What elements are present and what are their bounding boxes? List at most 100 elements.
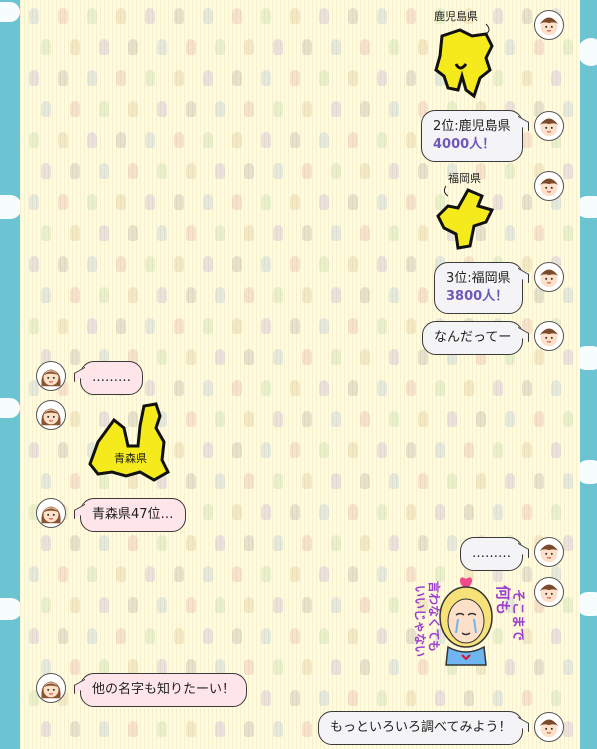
crowd-figure xyxy=(232,70,243,86)
crowd-figure xyxy=(232,442,243,458)
crowd-figure xyxy=(348,690,359,706)
aomori-map-icon xyxy=(88,402,170,482)
crowd-figure xyxy=(389,101,400,117)
crowd-figure xyxy=(215,163,226,179)
crowd-figure xyxy=(377,690,388,706)
crowd-figure xyxy=(203,132,214,148)
crowd-figure xyxy=(261,628,272,644)
girl-avatar-icon[interactable] xyxy=(36,400,66,430)
crowd-figure xyxy=(389,597,400,613)
crowd-figure xyxy=(145,132,156,148)
crowd-figure xyxy=(348,70,359,86)
sticker-text: いいじゃない xyxy=(413,585,427,657)
cloud-decoration xyxy=(0,598,22,620)
crowd-figure xyxy=(232,504,243,520)
boy-avatar-icon[interactable] xyxy=(534,712,564,742)
crowd-figure xyxy=(128,163,139,179)
crowd-figure xyxy=(145,628,156,644)
crowd-figure xyxy=(331,287,342,303)
crowd-figure xyxy=(261,8,272,24)
crowd-figure xyxy=(244,225,255,241)
count-text: 3800人！ xyxy=(446,289,509,304)
crowd-figure xyxy=(348,628,359,644)
crowd-figure xyxy=(145,194,156,210)
crowd-figure xyxy=(186,349,197,365)
crowd-figure xyxy=(186,597,197,613)
crowd-figure xyxy=(493,442,504,458)
boy-avatar-icon[interactable] xyxy=(534,111,564,141)
crowd-figure xyxy=(302,411,313,427)
crowd-figure xyxy=(377,380,388,396)
crowd-figure xyxy=(319,690,330,706)
crowd-figure xyxy=(273,721,284,737)
girl-avatar-icon[interactable] xyxy=(36,673,66,703)
crowd-figure xyxy=(87,194,98,210)
crowd-figure xyxy=(186,39,197,55)
crowd-figure xyxy=(273,597,284,613)
crowd-figure xyxy=(360,101,371,117)
crowd-figure xyxy=(290,318,301,334)
crowd-figure xyxy=(145,380,156,396)
crowd-figure xyxy=(174,132,185,148)
boy-avatar-icon[interactable] xyxy=(534,577,564,607)
crowd-figure xyxy=(302,597,313,613)
message-bubble: 他の名字も知りたーい！ xyxy=(80,673,248,707)
crowd-figure xyxy=(70,535,81,551)
girl-avatar-icon[interactable] xyxy=(36,361,66,391)
crowd-figure xyxy=(563,597,574,613)
crowd-figure xyxy=(534,349,545,365)
crowd-figure xyxy=(348,442,359,458)
crowd-figure xyxy=(534,659,545,675)
crowd-figure xyxy=(522,132,533,148)
crowd-figure xyxy=(273,225,284,241)
crowd-figure xyxy=(116,256,127,272)
boy-avatar-icon[interactable] xyxy=(534,10,564,40)
crowd-figure xyxy=(87,132,98,148)
crowd-figure xyxy=(319,8,330,24)
crowd-figure xyxy=(186,721,197,737)
crowd-figure xyxy=(377,566,388,582)
crowd-figure xyxy=(29,318,40,334)
crowd-figure xyxy=(116,132,127,148)
crowd-figure xyxy=(447,473,458,489)
crowd-figure xyxy=(157,39,168,55)
crowd-figure xyxy=(145,70,156,86)
crowd-figure xyxy=(29,8,40,24)
boy-avatar-icon[interactable] xyxy=(534,537,564,567)
crowd-figure xyxy=(447,411,458,427)
girl-avatar-icon[interactable] xyxy=(36,498,66,528)
crowd-figure xyxy=(261,690,272,706)
crowd-figure xyxy=(302,101,313,117)
crowd-figure xyxy=(99,535,110,551)
crowd-figure xyxy=(70,101,81,117)
crowd-figure xyxy=(360,411,371,427)
boy-avatar-icon[interactable] xyxy=(534,262,564,292)
crowd-figure xyxy=(116,194,127,210)
crowd-figure xyxy=(406,132,417,148)
message-bubble: ……… xyxy=(460,537,523,571)
crowd-figure xyxy=(406,442,417,458)
crowd-figure xyxy=(563,721,574,737)
boy-avatar-icon[interactable] xyxy=(534,171,564,201)
crowd-figure xyxy=(41,39,52,55)
crowd-figure xyxy=(435,690,446,706)
crowd-figure xyxy=(290,70,301,86)
boy-avatar-icon[interactable] xyxy=(534,321,564,351)
crowd-figure xyxy=(331,473,342,489)
sticker-text: 何も xyxy=(494,585,512,615)
crowd-figure xyxy=(244,349,255,365)
crowd-figure xyxy=(290,194,301,210)
chat-area[interactable]: 鹿児島県 2位:鹿児島県 4000人！ 福岡県 3位:福岡県 3800人！ なん… xyxy=(20,0,580,749)
crowd-figure xyxy=(435,380,446,396)
message-bubble-rank-3: 3位:福岡県 3800人！ xyxy=(434,262,523,314)
crowd-figure xyxy=(505,411,516,427)
crowd-figure xyxy=(331,163,342,179)
crowd-figure xyxy=(290,690,301,706)
crowd-figure xyxy=(203,442,214,458)
crowd-figure xyxy=(174,380,185,396)
crowd-figure xyxy=(215,39,226,55)
crowd-figure xyxy=(157,101,168,117)
crowd-figure xyxy=(29,256,40,272)
crowd-figure xyxy=(319,318,330,334)
crowd-figure xyxy=(261,132,272,148)
